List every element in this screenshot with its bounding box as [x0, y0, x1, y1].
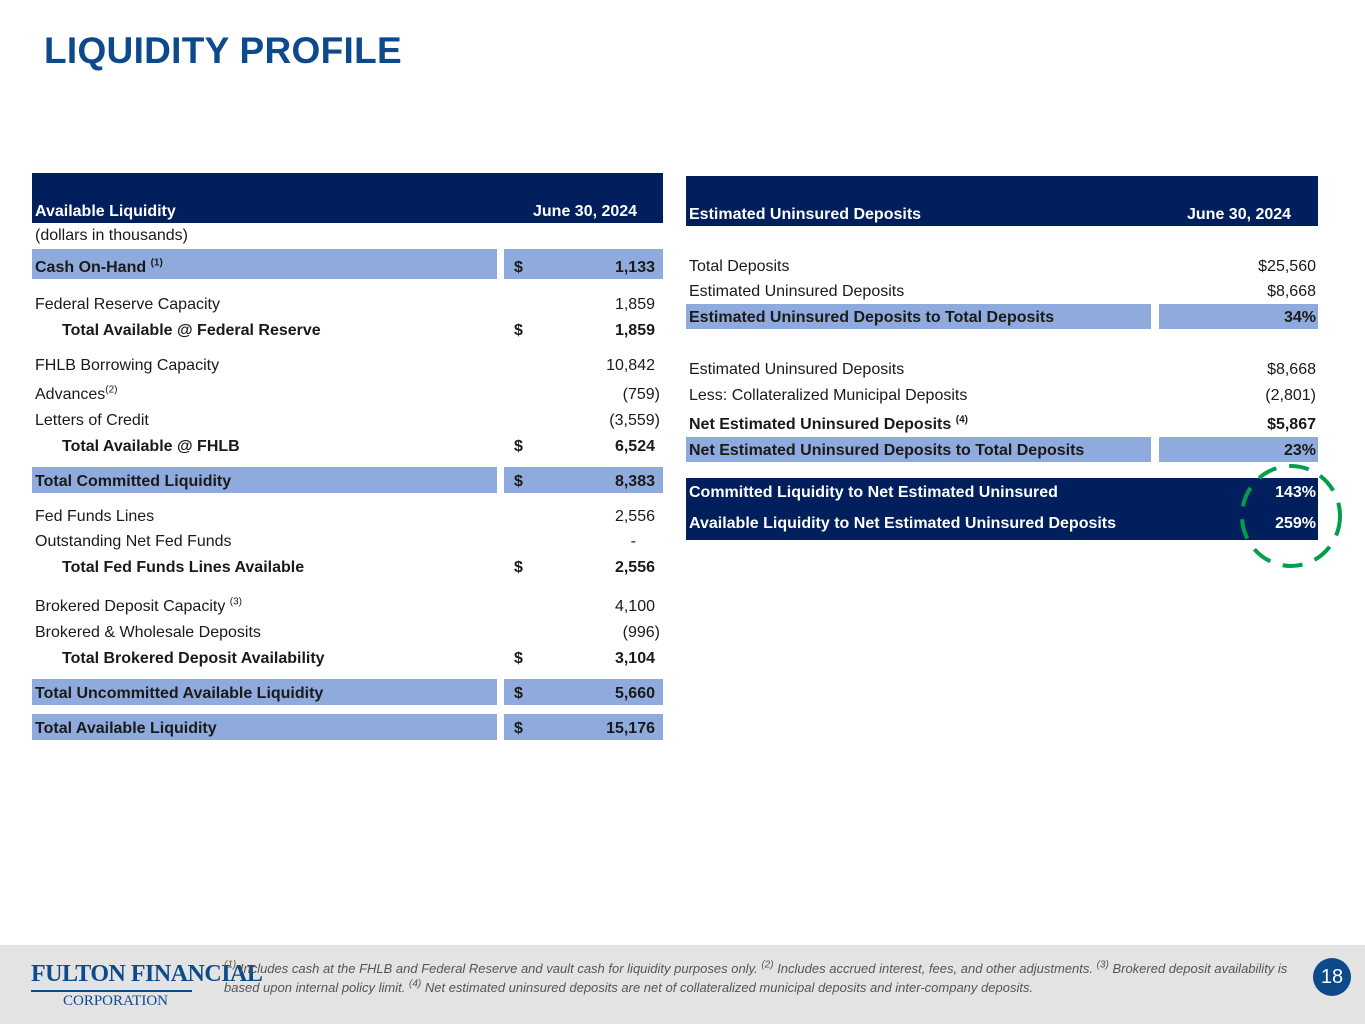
- available-ratio-label: Available Liquidity to Net Estimated Uni…: [689, 515, 1117, 532]
- total-fhlb-label: Total Available @ FHLB: [62, 438, 240, 455]
- cash-label: Cash On-Hand (1): [35, 257, 163, 276]
- total-fed-funds-value: 2,556: [614, 559, 655, 576]
- total-fhlb-dollar: $: [514, 438, 523, 455]
- right-header-date: June 30, 2024: [1187, 206, 1292, 223]
- est-uninsured-label: Estimated Uninsured Deposits: [689, 283, 905, 300]
- letters-of-credit-label: Letters of Credit: [35, 412, 149, 429]
- net-est-value: $5,867: [1267, 416, 1316, 433]
- total-fed-reserve-label: Total Available @ Federal Reserve: [62, 322, 321, 339]
- advances-label: Advances(2): [35, 384, 118, 403]
- brokered-capacity-value: 4,100: [614, 598, 655, 615]
- total-fhlb-value: 6,524: [614, 438, 655, 455]
- total-uncommitted-dollar: $: [514, 685, 523, 702]
- est-uninsured-2-value: $8,668: [1267, 361, 1316, 378]
- company-logo-subtitle: CORPORATION: [63, 993, 169, 1009]
- total-fed-funds-dollar: $: [514, 559, 523, 576]
- est-uninsured-value: $8,668: [1267, 283, 1316, 300]
- cash-value: 1,133: [614, 259, 655, 276]
- total-committed-dollar: $: [514, 473, 523, 490]
- est-uninsured-2-label: Estimated Uninsured Deposits: [689, 361, 905, 378]
- total-committed-label: Total Committed Liquidity: [35, 473, 232, 490]
- net-ratio-label: Net Estimated Uninsured Deposits to Tota…: [689, 442, 1085, 459]
- less-collateralized-value: (2,801): [1265, 387, 1316, 404]
- total-fed-reserve-value: 1,859: [614, 322, 655, 339]
- est-ratio-value: 34%: [1283, 309, 1316, 326]
- less-collateralized-label: Less: Collateralized Municipal Deposits: [689, 387, 968, 404]
- total-available-value: 15,176: [606, 720, 655, 737]
- net-ratio-value: 23%: [1283, 442, 1316, 459]
- total-committed-value: 8,383: [614, 473, 655, 490]
- page-title: LIQUIDITY PROFILE: [44, 30, 402, 71]
- total-brokered-label: Total Brokered Deposit Availability: [62, 650, 325, 667]
- fed-funds-lines-label: Fed Funds Lines: [35, 508, 155, 525]
- fed-funds-lines-value: 2,556: [614, 508, 655, 525]
- total-uncommitted-label: Total Uncommitted Available Liquidity: [35, 685, 324, 702]
- total-deposits-label: Total Deposits: [689, 258, 790, 275]
- cash-dollar: $: [514, 259, 523, 276]
- highlight-dashed-circle: [1240, 464, 1342, 568]
- total-available-dollar: $: [514, 720, 523, 737]
- footer-bar: FULTON FINANCIAL CORPORATION (1) Include…: [0, 945, 1365, 1024]
- net-est-label: Net Estimated Uninsured Deposits (4): [689, 414, 968, 433]
- outstanding-fed-funds-label: Outstanding Net Fed Funds: [35, 533, 232, 550]
- fhlb-capacity-value: 10,842: [606, 357, 655, 374]
- brokered-capacity-label: Brokered Deposit Capacity (3): [35, 596, 242, 615]
- brokered-wholesale-value: (996): [622, 624, 660, 641]
- brokered-wholesale-label: Brokered & Wholesale Deposits: [35, 624, 261, 641]
- est-ratio-label: Estimated Uninsured Deposits to Total De…: [689, 309, 1055, 326]
- left-header-date: June 30, 2024: [533, 203, 638, 220]
- left-header-label: Available Liquidity: [35, 203, 176, 220]
- committed-ratio-label: Committed Liquidity to Net Estimated Uni…: [689, 484, 1058, 501]
- right-header-label: Estimated Uninsured Deposits: [689, 206, 922, 223]
- total-available-label: Total Available Liquidity: [35, 720, 217, 737]
- total-fed-funds-label: Total Fed Funds Lines Available: [62, 559, 305, 576]
- letters-of-credit-value: (3,559): [609, 412, 660, 429]
- total-uncommitted-value: 5,660: [614, 685, 655, 702]
- total-deposits-value: $25,560: [1258, 258, 1316, 275]
- total-fed-reserve-dollar: $: [514, 322, 523, 339]
- footnotes: (1) Includes cash at the FHLB and Federa…: [224, 959, 1288, 995]
- total-brokered-dollar: $: [514, 650, 523, 667]
- outstanding-fed-funds-value: -: [630, 533, 636, 550]
- page-number: 18: [1313, 958, 1351, 996]
- logo-rule: [31, 990, 192, 992]
- left-subtitle: (dollars in thousands): [35, 227, 188, 244]
- fhlb-capacity-label: FHLB Borrowing Capacity: [35, 357, 220, 374]
- fed-reserve-capacity-value: 1,859: [614, 296, 655, 313]
- fed-reserve-capacity-label: Federal Reserve Capacity: [35, 296, 220, 313]
- total-brokered-value: 3,104: [614, 650, 655, 667]
- advances-value: (759): [622, 386, 660, 403]
